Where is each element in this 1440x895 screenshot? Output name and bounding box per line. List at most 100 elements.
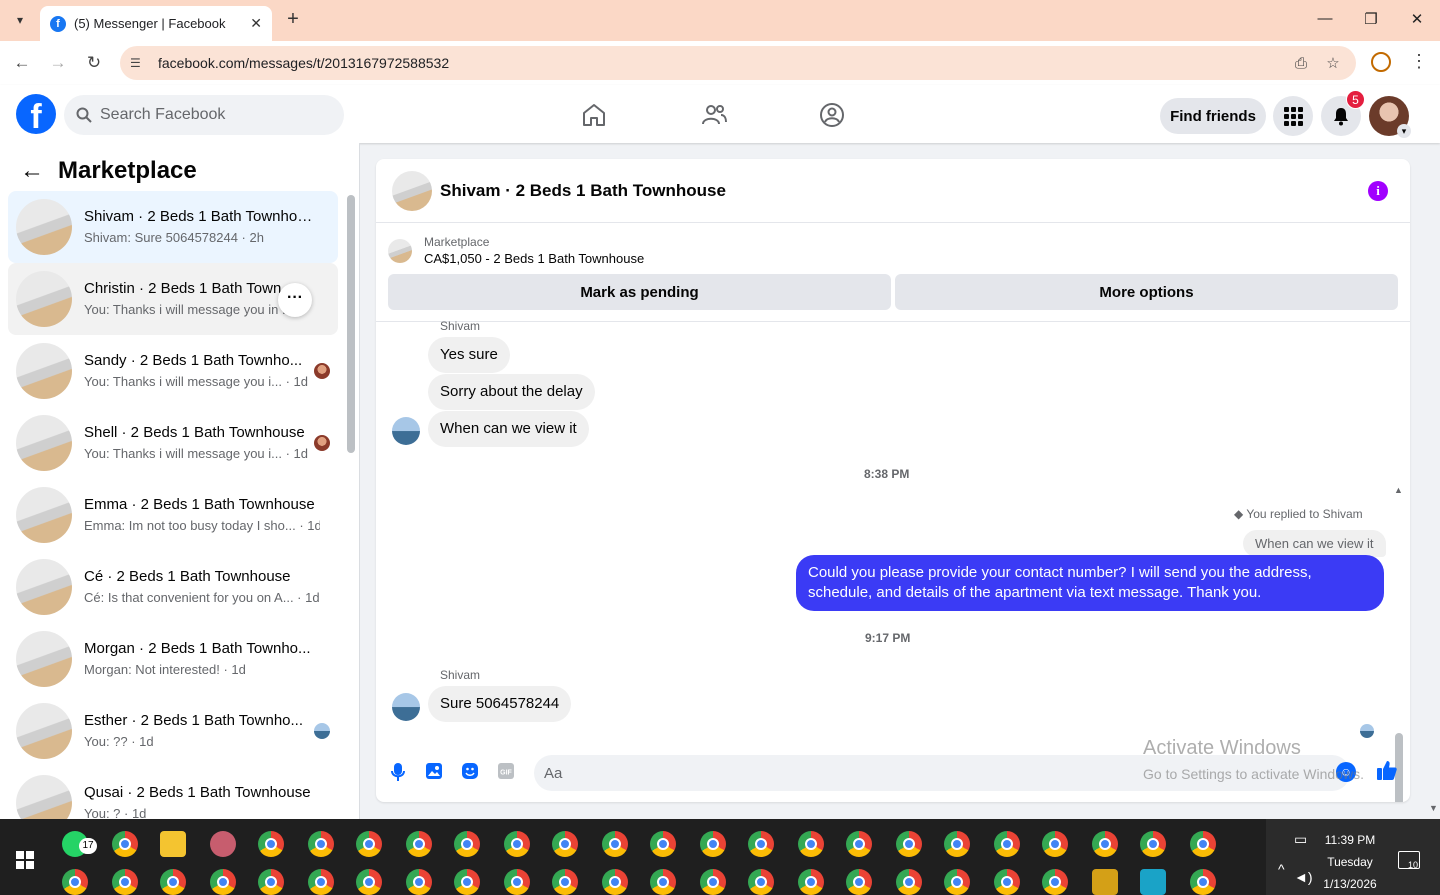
- back-arrow-icon[interactable]: ←: [20, 157, 44, 185]
- chrome-profile-icon[interactable]: [454, 831, 480, 857]
- chrome-profile-icon[interactable]: [944, 831, 970, 857]
- facebook-search[interactable]: [64, 95, 344, 135]
- tab-close-icon[interactable]: ✕: [250, 15, 262, 32]
- incoming-message[interactable]: Sure 5064578244: [428, 686, 572, 722]
- windows-start-icon[interactable]: [16, 851, 34, 869]
- home-icon[interactable]: [580, 101, 608, 129]
- sender-avatar[interactable]: [392, 693, 420, 721]
- chrome-profile-icon[interactable]: [748, 869, 774, 895]
- marketplace-listing[interactable]: Marketplace CA$1,050 - 2 Beds 1 Bath Tow…: [388, 234, 644, 268]
- chrome-profile-icon[interactable]: [748, 831, 774, 857]
- url-text[interactable]: facebook.com/messages/t/2013167972588532: [158, 55, 1292, 71]
- conversation-item[interactable]: Sandy · 2 Beds 1 Bath Townho... You: Tha…: [8, 335, 338, 407]
- chrome-profile-icon[interactable]: [1092, 831, 1118, 857]
- chrome-profile-icon[interactable]: [896, 869, 922, 895]
- conversation-item[interactable]: Shell · 2 Beds 1 Bath Townhouse You: Tha…: [8, 407, 338, 479]
- system-clock[interactable]: 11:39 PM Tuesday 1/13/2026: [1310, 829, 1390, 895]
- chrome-profile-icon[interactable]: [210, 869, 236, 895]
- back-icon[interactable]: ←: [11, 52, 33, 74]
- conversation-item[interactable]: Emma · 2 Beds 1 Bath Townhouse Emma: Im …: [8, 479, 338, 551]
- show-hidden-icons-icon[interactable]: ^: [1278, 861, 1285, 877]
- browser-menu-icon[interactable]: ⋮: [1410, 51, 1428, 72]
- new-tab-icon[interactable]: +: [282, 8, 304, 31]
- chrome-profile-icon[interactable]: [356, 831, 382, 857]
- chrome-profile-icon[interactable]: [700, 869, 726, 895]
- tab-search-chevron-icon[interactable]: ▾: [8, 8, 32, 32]
- browser-profile-icon[interactable]: [1371, 52, 1391, 72]
- chrome-profile-icon[interactable]: [308, 869, 334, 895]
- incoming-message[interactable]: Yes sure: [428, 337, 510, 373]
- site-info-icon[interactable]: ☰: [130, 56, 146, 70]
- chrome-profile-icon[interactable]: [160, 869, 186, 895]
- chat-listing-thumbnail[interactable]: [392, 170, 432, 211]
- omnibox[interactable]: ☰ facebook.com/messages/t/20131679725885…: [120, 46, 1356, 80]
- quoted-message[interactable]: When can we view it: [1243, 530, 1386, 557]
- sidebar-scrollbar[interactable]: [347, 195, 355, 453]
- chrome-profile-icon[interactable]: [994, 869, 1020, 895]
- chrome-profile-icon[interactable]: [602, 869, 628, 895]
- close-window-icon[interactable]: ✕: [1407, 10, 1427, 28]
- incoming-message[interactable]: When can we view it: [428, 411, 589, 447]
- chrome-profile-icon[interactable]: [798, 831, 824, 857]
- thumbs-up-icon[interactable]: [1376, 759, 1398, 787]
- info-icon[interactable]: i: [1368, 181, 1388, 201]
- conversation-item[interactable]: Morgan · 2 Beds 1 Bath Townho... Morgan:…: [8, 623, 338, 695]
- conversation-item[interactable]: Esther · 2 Beds 1 Bath Townho... You: ??…: [8, 695, 338, 767]
- sender-avatar[interactable]: [392, 417, 420, 445]
- restore-icon[interactable]: ❐: [1361, 10, 1381, 28]
- scroll-down-icon[interactable]: ▼: [1429, 803, 1438, 813]
- chrome-profile-icon[interactable]: [1140, 831, 1166, 857]
- chrome-profile-icon[interactable]: [650, 869, 676, 895]
- page-scrollbar[interactable]: ▼: [1426, 143, 1440, 819]
- conversation-item[interactable]: Qusai · 2 Beds 1 Bath Townhouse You: ? ·…: [8, 767, 338, 819]
- notification-center-icon[interactable]: 10: [1398, 851, 1420, 870]
- chrome-profile-icon[interactable]: [846, 831, 872, 857]
- chrome-profile-icon[interactable]: [406, 831, 432, 857]
- chrome-profile-icon[interactable]: [454, 869, 480, 895]
- scroll-up-icon[interactable]: ▲: [1394, 485, 1403, 495]
- groups-icon[interactable]: [818, 101, 846, 129]
- gif-icon[interactable]: GIF: [496, 762, 516, 782]
- chrome-profile-icon[interactable]: [504, 831, 530, 857]
- chrome-profile-icon[interactable]: [258, 831, 284, 857]
- photo-icon[interactable]: [424, 762, 444, 782]
- search-input[interactable]: [100, 106, 320, 124]
- conversation-item[interactable]: Cé · 2 Beds 1 Bath Townhouse Cé: Is that…: [8, 551, 338, 623]
- chrome-profile-icon[interactable]: [112, 869, 138, 895]
- chrome-profile-icon[interactable]: [944, 869, 970, 895]
- conversation-item[interactable]: Christin · 2 Beds 1 Bath Town... You: Th…: [8, 263, 338, 335]
- minimize-icon[interactable]: —: [1315, 10, 1335, 27]
- chrome-profile-icon[interactable]: [62, 869, 88, 895]
- chrome-profile-icon[interactable]: [406, 869, 432, 895]
- chrome-profile-icon[interactable]: [700, 831, 726, 857]
- chrome-profile-icon[interactable]: [356, 869, 382, 895]
- facebook-logo-icon[interactable]: f: [16, 94, 56, 134]
- paint-icon[interactable]: [210, 831, 236, 857]
- more-options-icon[interactable]: ···: [278, 283, 312, 317]
- chrome-profile-icon[interactable]: [896, 831, 922, 857]
- account-avatar[interactable]: ▾: [1369, 96, 1411, 138]
- chrome-profile-icon[interactable]: [1042, 831, 1068, 857]
- install-app-icon[interactable]: ⎙: [1292, 55, 1310, 72]
- outgoing-message[interactable]: Could you please provide your contact nu…: [796, 555, 1384, 611]
- chrome-profile-icon[interactable]: [1042, 869, 1068, 895]
- reload-icon[interactable]: ↻: [83, 52, 105, 74]
- chrome-profile-icon[interactable]: [1190, 869, 1216, 895]
- chrome-profile-icon[interactable]: [552, 869, 578, 895]
- chat-title[interactable]: Shivam · 2 Beds 1 Bath Townhouse: [440, 181, 726, 201]
- sticker-icon[interactable]: [460, 762, 480, 782]
- incoming-message[interactable]: Sorry about the delay: [428, 374, 595, 410]
- chrome-icon[interactable]: [112, 831, 138, 857]
- friends-icon[interactable]: [700, 101, 728, 129]
- bookmark-star-icon[interactable]: ☆: [1324, 54, 1342, 72]
- app-icon[interactable]: [1092, 869, 1118, 895]
- find-friends-button[interactable]: Find friends: [1160, 98, 1266, 134]
- chrome-profile-icon[interactable]: [798, 869, 824, 895]
- taskbar-scroll[interactable]: [1250, 823, 1260, 891]
- app-icon[interactable]: [1140, 869, 1166, 895]
- network-icon[interactable]: ▭: [1294, 831, 1307, 848]
- chrome-profile-icon[interactable]: [602, 831, 628, 857]
- chrome-profile-icon[interactable]: [258, 869, 284, 895]
- forward-icon[interactable]: →: [47, 52, 69, 74]
- chrome-profile-icon[interactable]: [994, 831, 1020, 857]
